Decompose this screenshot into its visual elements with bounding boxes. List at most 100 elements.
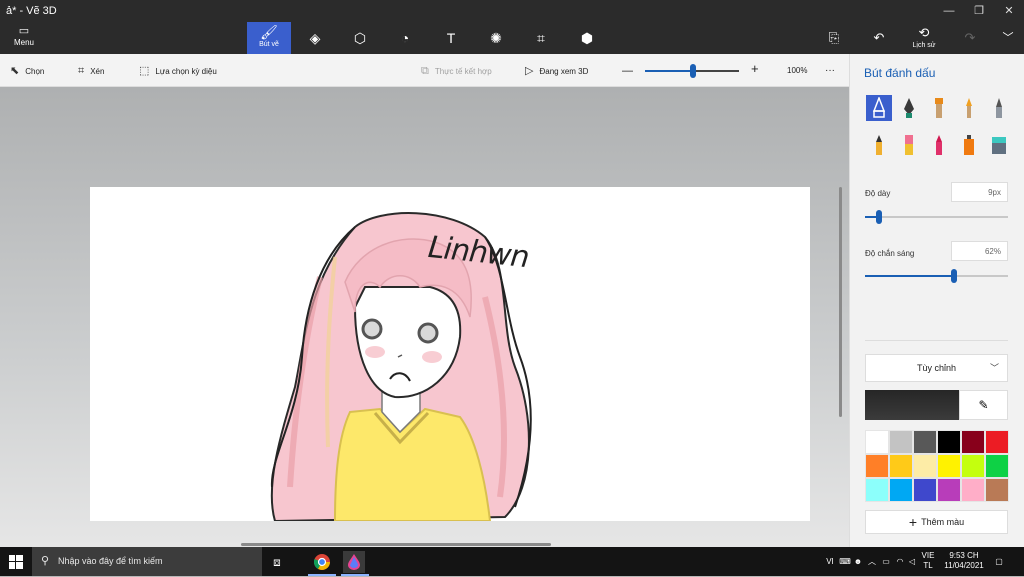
undo-button[interactable]: ↶ — [866, 22, 892, 54]
color-swatch[interactable] — [913, 430, 937, 454]
thickness-label: Độ dày — [865, 189, 891, 198]
notification-icon[interactable]: ▢ — [992, 547, 1006, 576]
watercolor-brush[interactable] — [956, 95, 982, 121]
color-mode-dropdown[interactable]: Tùy chỉnh ﹀ — [865, 354, 1008, 382]
calligraphy-pen-brush[interactable] — [896, 95, 922, 121]
zoom-out-button[interactable]: — — [622, 64, 633, 78]
oil-brush[interactable] — [926, 95, 952, 121]
add-color-button[interactable]: + Thêm màu — [865, 510, 1008, 534]
paint3d-taskbar-button[interactable] — [343, 551, 365, 573]
history-button[interactable]: ⟲ Lịch sử — [904, 22, 944, 54]
zoom-slider-thumb[interactable] — [690, 64, 696, 78]
eyedropper-icon: ✎ — [978, 398, 989, 412]
network-icon[interactable]: ◠ — [894, 547, 906, 576]
select-button[interactable]: ⬉ Chọn — [10, 64, 44, 78]
brush-icon: 🖌 — [260, 24, 278, 40]
magic-select-button[interactable]: ⬚ Lựa chọn kỳ diệu — [139, 64, 217, 78]
workspace: Linhwn — [0, 87, 849, 547]
text-icon: T — [446, 30, 456, 46]
maximize-button[interactable]: ❐ — [964, 0, 994, 22]
tab-2d-shapes[interactable]: ◈ — [293, 22, 337, 54]
chevron-down-icon: ﹀ — [1002, 32, 1014, 44]
thickness-input[interactable]: 9px — [951, 182, 1008, 202]
chrome-taskbar-button[interactable] — [311, 551, 333, 573]
color-swatch[interactable] — [985, 478, 1009, 502]
tab-3d-shapes[interactable]: ⬡ — [338, 22, 382, 54]
fill-brush[interactable] — [986, 132, 1012, 158]
history-label: Lịch sử — [912, 42, 936, 49]
color-swatch[interactable] — [913, 454, 937, 478]
color-swatch[interactable] — [889, 430, 913, 454]
brush-panel: Bút đánh dấu Độ dày 9px Độ chắn sáng 62%… — [849, 54, 1024, 547]
color-swatch[interactable] — [985, 454, 1009, 478]
crayon-brush[interactable] — [926, 132, 952, 158]
view-3d-button[interactable]: ▷ Đang xem 3D — [525, 64, 588, 78]
crop-button[interactable]: ⌗ Xén — [78, 64, 104, 78]
window-title: ả* - Vẽ 3D — [6, 5, 57, 17]
close-button[interactable]: ✕ — [994, 0, 1024, 22]
chevron-up-icon[interactable]: ︿ — [866, 547, 878, 576]
battery-icon[interactable]: ▭ — [880, 547, 892, 576]
color-swatch[interactable] — [865, 478, 889, 502]
redo-button[interactable]: ↷ — [957, 22, 983, 54]
color-swatch[interactable] — [937, 454, 961, 478]
color-swatch[interactable] — [865, 454, 889, 478]
more-options-button[interactable]: ··· — [825, 64, 835, 78]
opacity-slider[interactable] — [865, 269, 1008, 283]
magic-select-icon: ⬚ — [139, 65, 150, 77]
tab-3d-library[interactable]: ⬢ — [565, 22, 609, 54]
color-swatch[interactable] — [961, 430, 985, 454]
minus-icon: — — [622, 65, 633, 77]
color-swatch[interactable] — [937, 478, 961, 502]
task-view-button[interactable]: ⧈ — [266, 551, 288, 573]
tab-effects[interactable]: ✺ — [474, 22, 518, 54]
thickness-slider-thumb[interactable] — [876, 210, 883, 224]
color-swatch[interactable] — [889, 478, 913, 502]
volume-icon[interactable]: ◁ — [906, 547, 918, 576]
thickness-slider[interactable] — [865, 210, 1008, 224]
eraser-brush[interactable] — [896, 132, 922, 158]
tray-language[interactable]: VI — [824, 547, 836, 576]
marker-brush[interactable] — [866, 95, 892, 121]
color-palette — [865, 430, 1009, 502]
tab-text[interactable]: T — [429, 22, 473, 54]
clock[interactable]: 9:53 CH 11/04/2021 — [940, 547, 988, 576]
paste-button[interactable]: ⎘ — [820, 22, 848, 54]
zoom-slider-fill — [645, 70, 693, 72]
zoom-in-button[interactable]: + — [751, 62, 759, 76]
drawing-canvas[interactable]: Linhwn — [90, 187, 810, 521]
mixed-reality-button[interactable]: ⧉ Thực tế kết hợp — [421, 64, 492, 78]
menu-button[interactable]: ▭ Menu — [6, 24, 42, 52]
current-color-swatch[interactable] — [865, 390, 959, 420]
color-swatch[interactable] — [865, 430, 889, 454]
tab-brushes[interactable]: 🖌 Bút vẽ — [247, 22, 291, 54]
color-swatch[interactable] — [937, 430, 961, 454]
people-icon[interactable]: ☻ — [852, 547, 864, 576]
color-swatch[interactable] — [889, 454, 913, 478]
opacity-slider-thumb[interactable] — [950, 269, 957, 283]
vertical-scrollbar[interactable] — [839, 187, 842, 417]
input-language[interactable]: VIE TL — [918, 547, 938, 576]
opacity-slider-fill — [865, 275, 954, 277]
tab-stickers[interactable]: ◔ — [383, 22, 427, 54]
pixel-pen-brush[interactable] — [986, 95, 1012, 121]
spray-can-brush[interactable] — [956, 132, 982, 158]
crop-label: Xén — [90, 67, 105, 76]
minimize-button[interactable]: — — [934, 0, 964, 22]
horizontal-scrollbar[interactable] — [241, 543, 551, 546]
fill-bucket-icon — [992, 137, 1006, 154]
keyboard-icon[interactable]: ⌨ — [838, 547, 852, 576]
color-swatch[interactable] — [985, 430, 1009, 454]
color-swatch[interactable] — [961, 478, 985, 502]
start-button[interactable] — [0, 547, 32, 576]
eyedropper-button[interactable]: ✎ — [959, 390, 1008, 420]
tab-canvas[interactable]: ⌗ — [519, 22, 563, 54]
history-icon: ⟲ — [918, 25, 930, 40]
expand-ribbon-button[interactable]: ﹀ — [996, 22, 1020, 54]
color-swatch[interactable] — [913, 478, 937, 502]
task-view-icon: ⧈ — [273, 555, 281, 569]
taskbar-search[interactable]: ⚲ Nhập vào đây để tìm kiếm — [32, 547, 262, 576]
pencil-brush[interactable] — [866, 132, 892, 158]
color-swatch[interactable] — [961, 454, 985, 478]
opacity-input[interactable]: 62% — [951, 241, 1008, 261]
